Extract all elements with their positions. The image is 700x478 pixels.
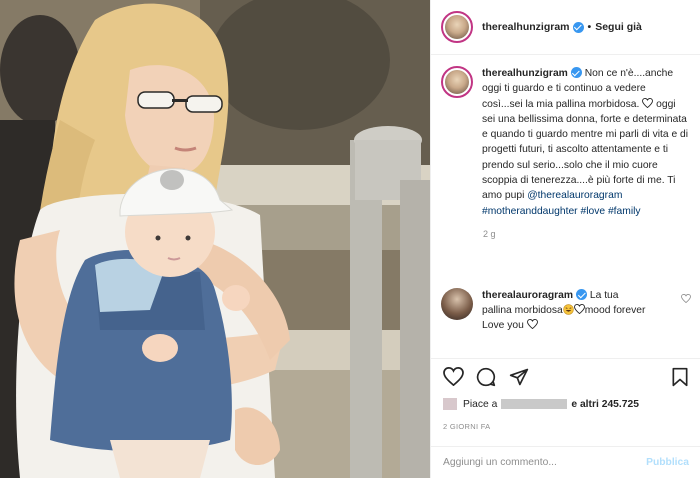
liker-avatar: [443, 398, 457, 410]
caption-avatar[interactable]: [441, 66, 473, 98]
comment-item: therealauroragram La tua pallina morbido…: [441, 288, 691, 333]
heart-emoji-icon: [573, 303, 585, 315]
verified-badge-icon: [572, 21, 584, 33]
header-separator: •: [587, 21, 592, 33]
action-bar: [431, 358, 700, 388]
instagram-post: therealhunzigram • Segui già therealhunz…: [0, 0, 700, 478]
comment-text: therealauroragram La tua pallina morbido…: [482, 288, 650, 333]
post-date[interactable]: 2 GIORNI FA: [443, 422, 490, 431]
likes-count[interactable]: 245.725: [602, 399, 639, 410]
following-button[interactable]: Segui già: [595, 21, 642, 33]
add-comment-bar: Pubblica: [431, 446, 700, 478]
blurred-username: [501, 399, 568, 409]
commenter-username[interactable]: therealauroragram: [482, 290, 573, 301]
caption-time[interactable]: 2 g: [483, 229, 689, 239]
heart-icon[interactable]: [443, 367, 464, 386]
heart-emoji-icon: [642, 97, 654, 108]
bookmark-icon[interactable]: [671, 367, 689, 387]
mention-link[interactable]: @therealauroragram: [527, 190, 622, 201]
comment-like-heart-icon[interactable]: [681, 294, 691, 303]
likes-prefix: Piace a: [463, 398, 498, 410]
verified-badge-icon: [570, 67, 582, 78]
author-avatar[interactable]: [441, 11, 473, 43]
comment-icon[interactable]: [476, 367, 496, 387]
post-side-panel: therealhunzigram • Segui già therealhunz…: [430, 0, 700, 478]
caption-text: therealhunzigram Non ce n'è....anche ogg…: [482, 66, 689, 219]
laughing-emoji-icon: [562, 304, 574, 315]
comment-body-3: Love you: [482, 320, 527, 331]
paper-plane-icon[interactable]: [509, 367, 529, 387]
caption: therealhunzigram Non ce n'è....anche ogg…: [441, 66, 689, 219]
caption-username[interactable]: therealhunzigram: [482, 68, 568, 79]
post-photo[interactable]: [0, 0, 430, 478]
comments-section: therealhunzigram Non ce n'è....anche ogg…: [431, 56, 700, 358]
comment-body-2: mood forever: [584, 305, 646, 316]
hashtags-link[interactable]: #motheranddaughter #love #family: [482, 206, 641, 217]
post-header: therealhunzigram • Segui già: [431, 0, 700, 55]
likes-suffix: e altri: [571, 398, 599, 410]
header-username[interactable]: therealhunzigram: [482, 21, 570, 33]
publish-button[interactable]: Pubblica: [646, 457, 689, 468]
likes-summary[interactable]: Piace a e altri 245.725: [443, 398, 639, 410]
verified-badge-icon: [576, 289, 587, 300]
heart-emoji-icon: [526, 318, 538, 330]
commenter-avatar[interactable]: [441, 288, 473, 320]
caption-body-2: oggi sei una bellissima donna, forte e d…: [482, 98, 689, 202]
comment-input[interactable]: [443, 457, 647, 468]
photo-illustration: [0, 0, 430, 478]
